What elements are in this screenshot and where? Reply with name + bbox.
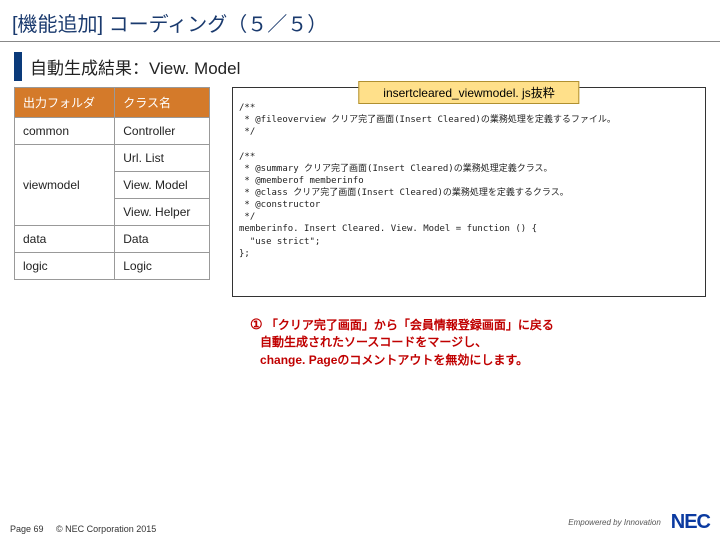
code-box: /** * @fileoverview クリア完了画面(Insert Clear… xyxy=(232,87,706,297)
footer-right: Empowered by Innovation NEC xyxy=(568,511,710,534)
code-panel: insertcleared_viewmodel. js抜粋 /** * @fil… xyxy=(232,87,706,297)
nec-logo: NEC xyxy=(671,511,710,534)
cell-class: View. Model xyxy=(115,172,210,199)
subtitle: 自動生成結果：View. Model xyxy=(30,52,240,81)
col-class: クラス名 xyxy=(115,88,210,118)
cell-folder xyxy=(15,145,115,172)
footer-left: Page 69 © NEC Corporation 2015 xyxy=(10,524,156,534)
cell-class: Controller xyxy=(115,118,210,145)
cell-class: View. Helper xyxy=(115,199,210,226)
cell-folder: data xyxy=(15,226,115,253)
table-row: logic Logic xyxy=(15,253,210,280)
content-area: 出力フォルダ クラス名 common Controller Url. List … xyxy=(0,87,720,297)
accent-bar xyxy=(14,52,22,81)
callout-line: change. Pageのコメントアウトを無効にします。 xyxy=(260,353,528,367)
cell-folder xyxy=(15,199,115,226)
code-block-1: /** * @fileoverview クリア完了画面(Insert Clear… xyxy=(239,103,616,137)
col-folder: 出力フォルダ xyxy=(15,88,115,118)
table-row: View. Helper xyxy=(15,199,210,226)
page-number: Page 69 xyxy=(10,524,44,534)
callout-line: 自動生成されたソースコードをマージし、 xyxy=(260,335,487,349)
output-table: 出力フォルダ クラス名 common Controller Url. List … xyxy=(14,87,210,280)
callout-note: ① 「クリア完了画面」から「会員情報登録画面」に戻る 自動生成されたソースコード… xyxy=(250,314,670,369)
cell-folder: common xyxy=(15,118,115,145)
cell-class: Data xyxy=(115,226,210,253)
cell-class: Url. List xyxy=(115,145,210,172)
table-row: data Data xyxy=(15,226,210,253)
page-title: [機能追加] コーディング（５／５） xyxy=(0,0,720,42)
table-row: Url. List xyxy=(15,145,210,172)
subtitle-row: 自動生成結果：View. Model xyxy=(14,52,720,81)
cell-folder: viewmodel xyxy=(15,172,115,199)
table-row: viewmodel View. Model xyxy=(15,172,210,199)
callout-number: ① xyxy=(250,316,263,332)
table-header-row: 出力フォルダ クラス名 xyxy=(15,88,210,118)
copyright: © NEC Corporation 2015 xyxy=(56,524,156,534)
footer: Page 69 © NEC Corporation 2015 Empowered… xyxy=(10,511,710,534)
code-label: insertcleared_viewmodel. js抜粋 xyxy=(358,81,579,104)
callout-line: 「クリア完了画面」から「会員情報登録画面」に戻る xyxy=(266,318,554,332)
cell-folder: logic xyxy=(15,253,115,280)
table-row: common Controller xyxy=(15,118,210,145)
cell-class: Logic xyxy=(115,253,210,280)
tagline: Empowered by Innovation xyxy=(568,518,661,527)
code-block-2: /** * @summary クリア完了画面(Insert Cleared)の業… xyxy=(239,152,569,259)
